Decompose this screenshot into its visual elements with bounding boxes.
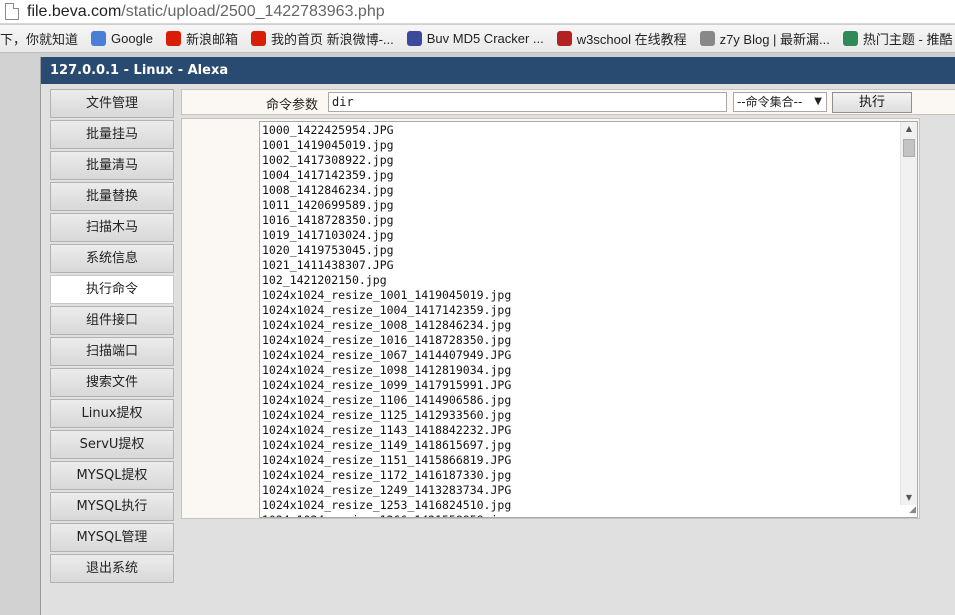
tuicool-icon (842, 31, 858, 46)
output-line: 1024x1024_resize_1098_1412819034.jpg (262, 363, 512, 377)
menu-item[interactable]: 批量挂马 (50, 120, 174, 149)
output-line: 1024x1024_resize_1001_1419045019.jpg (262, 288, 512, 302)
output-line: 1002_1417308922.jpg (262, 153, 394, 167)
menu-item[interactable]: 执行命令 (50, 275, 174, 304)
url-host: file.beva.com (27, 2, 122, 20)
output-scrollbar[interactable]: ▲ ▼ (900, 122, 917, 505)
menu-item[interactable]: Linux提权 (50, 399, 174, 428)
bookmark-label: Buv MD5 Cracker ... (426, 31, 544, 46)
bookmark-item[interactable]: 下，你就知道 (0, 29, 78, 48)
output-line: 1024x1024_resize_1106_1414906586.jpg (262, 393, 512, 407)
sina-icon (250, 31, 266, 46)
output-line: 1024x1024_resize_1172_1416187330.jpg (262, 468, 512, 482)
output-line: 1024x1024_resize_1008_1412846234.jpg (262, 318, 512, 332)
bookmark-item[interactable]: z7y Blog | 最新漏... (699, 29, 830, 48)
output-line: 1024x1024_resize_1125_1412933560.jpg (262, 408, 512, 422)
scroll-up-icon[interactable]: ▲ (901, 122, 917, 136)
bookmark-item[interactable]: Buv MD5 Cracker ... (406, 31, 544, 46)
output-line: 1000_1422425954.JPG (262, 123, 394, 137)
md5-icon (406, 31, 422, 46)
menu-item[interactable]: 退出系统 (50, 554, 174, 583)
bookmarks-bar: 下，你就知道 Google 新浪邮箱 我的首页 新浪微博-... Buv MD5 Cra… (0, 25, 955, 53)
output-line: 1024x1024_resize_1143_1418842232.JPG (262, 423, 512, 437)
bookmark-label: w3school 在线教程 (576, 32, 687, 47)
w3school-icon (556, 31, 572, 46)
bookmark-label: Google (111, 31, 153, 46)
menu-item[interactable]: 搜索文件 (50, 368, 174, 397)
webshell-app: 127.0.0.1 - Linux - Alexa 文件管理 批量挂马 批量清马 批量… (40, 57, 955, 615)
output-line: 1001_1419045019.jpg (262, 138, 394, 152)
menu-item[interactable]: MYSQL管理 (50, 523, 174, 552)
scroll-down-icon[interactable]: ▼ (901, 491, 917, 505)
output-textarea[interactable]: 1000_1422425954.JPG 1001_1419045019.jpg 10… (259, 121, 918, 518)
menu-item[interactable]: 批量替换 (50, 182, 174, 211)
menu-item[interactable]: ServU提权 (50, 430, 174, 459)
menu-item[interactable]: MYSQL提权 (50, 461, 174, 490)
address-bar[interactable]: file.beva.com/static/upload/2500_1422783… (0, 0, 955, 24)
bookmark-item[interactable]: 新浪邮箱 (165, 29, 238, 48)
bookmark-item[interactable]: Google (91, 31, 153, 46)
output-line: 1024x1024_resize_1149_1418615697.jpg (262, 438, 512, 452)
output-frame: 1000_1422425954.JPG 1001_1419045019.jpg 10… (181, 118, 920, 519)
bookmark-item[interactable]: 我的首页 新浪微博-... (250, 29, 394, 48)
menu-item[interactable]: 扫描端口 (50, 337, 174, 366)
url-path: /static/upload/2500_1422783963.php (121, 2, 385, 20)
output-line: 102_1421202150.jpg (262, 273, 387, 287)
command-bar: 命令参数 dir --命令集合-- ▼ 执行 (181, 89, 955, 115)
output-line: 1024x1024_resize_1004_1417142359.jpg (262, 303, 512, 317)
command-preset-value: --命令集合-- (737, 95, 803, 109)
app-header: 127.0.0.1 - Linux - Alexa (41, 57, 955, 84)
bookmark-label: 热门主题 - 推酷 (862, 32, 953, 47)
output-line: 1024x1024_resize_1016_1418728350.jpg (262, 333, 512, 347)
bookmark-label: 下，你就知道 (0, 32, 79, 47)
bookmark-item[interactable]: w3school 在线教程 (556, 29, 687, 48)
page-icon (5, 3, 19, 20)
scroll-thumb[interactable] (903, 139, 915, 157)
command-preset-select[interactable]: --命令集合-- ▼ (733, 92, 827, 112)
output-line: 1008_1412846234.jpg (262, 183, 394, 197)
bookmark-label: 我的首页 新浪微博-... (270, 32, 394, 47)
page-icon (699, 31, 715, 46)
output-line: 1024x1024_resize_1253_1416824510.jpg (262, 498, 512, 512)
output-line: 1024x1024_resize_1099_1417915991.JPG (262, 378, 512, 392)
output-line: 1024x1024_resize_1067_1414407949.JPG (262, 348, 512, 362)
side-menu: 文件管理 批量挂马 批量清马 批量替换 扫描木马 系统信息 执行命令 组件接口 扫描端口 搜索文件… (50, 89, 174, 585)
bookmark-item[interactable]: 热门主题 - 推酷 (842, 29, 953, 48)
menu-item[interactable]: 文件管理 (50, 89, 174, 118)
url-text[interactable]: file.beva.com/static/upload/2500_1422783… (27, 3, 385, 21)
bookmark-label: 新浪邮箱 (185, 32, 238, 47)
output-line: 1020_1419753045.jpg (262, 243, 394, 257)
menu-item[interactable]: 组件接口 (50, 306, 174, 335)
output-line: 1019_1417103024.jpg (262, 228, 394, 242)
output-lines: 1000_1422425954.JPG 1001_1419045019.jpg 10… (262, 123, 512, 517)
left-gutter (0, 54, 40, 615)
output-line: 1021_1411438307.JPG (262, 258, 394, 272)
menu-item[interactable]: 扫描木马 (50, 213, 174, 242)
output-line: 1024x1024_resize_1151_1415866819.JPG (262, 453, 512, 467)
menu-item[interactable]: MYSQL执行 (50, 492, 174, 521)
chevron-down-icon: ▼ (814, 96, 822, 107)
menu-item[interactable]: 系统信息 (50, 244, 174, 273)
output-line: 1024x1024_resize_1249_1413283734.JPG (262, 483, 512, 497)
sina-icon (165, 31, 181, 46)
output-line: 1011_1420699589.jpg (262, 198, 394, 212)
bookmark-label: z7y Blog | 最新漏... (719, 32, 830, 47)
output-line: 1016_1418728350.jpg (262, 213, 394, 227)
google-icon (91, 31, 107, 46)
resize-grip-icon[interactable]: ◢ (902, 504, 916, 516)
execute-button[interactable]: 执行 (832, 92, 912, 113)
menu-item[interactable]: 批量清马 (50, 151, 174, 180)
output-line: 1004_1417142359.jpg (262, 168, 394, 182)
command-input[interactable]: dir (328, 92, 727, 112)
output-line: 1024x1024_resize_1266_1421558858.jpg (262, 513, 511, 517)
command-label: 命令参数 (266, 98, 319, 113)
